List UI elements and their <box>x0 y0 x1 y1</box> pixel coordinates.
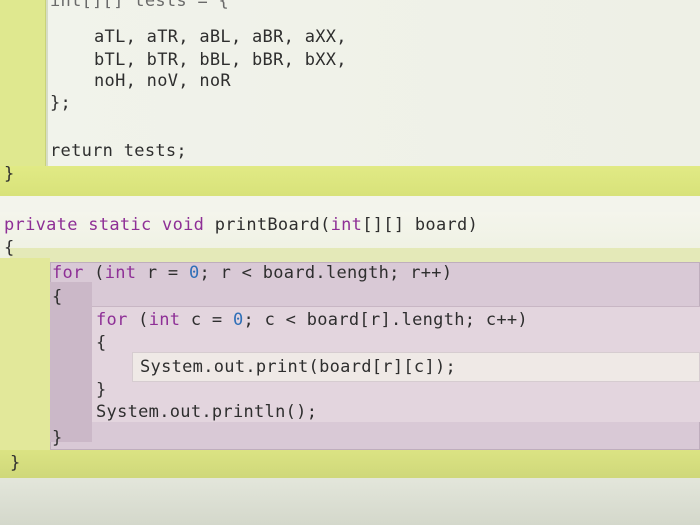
code-line-printboard-signature[interactable]: private static void printBoard(int[][] b… <box>4 215 478 235</box>
keyword-for: for <box>96 310 128 330</box>
code-line-outer-close[interactable]: } <box>52 428 63 448</box>
code-line-println[interactable]: System.out.println(); <box>96 402 317 422</box>
scope-printboard-gutter <box>0 258 50 468</box>
loop-condition: ; r < board.length; r++) <box>199 263 453 283</box>
editor-footer <box>0 478 700 525</box>
keyword-int: int <box>148 310 181 330</box>
code-line-print[interactable]: System.out.print(board[r][c]); <box>140 357 456 377</box>
scope-method-close <box>0 166 700 196</box>
method-name: printBoard( <box>214 215 331 235</box>
code-line-inner-for[interactable]: for (int c = 0; c < board[r].length; c++… <box>96 310 528 330</box>
code-line-row3[interactable]: noH, noV, noR <box>94 71 231 91</box>
code-line-method-close-2[interactable]: } <box>10 453 21 473</box>
code-line-inner-open[interactable]: { <box>96 333 107 353</box>
code-line-printboard-open[interactable]: { <box>4 238 15 258</box>
code-editor[interactable]: int[][] tests = { aTL, aTR, aBL, aBR, aX… <box>0 0 700 525</box>
number-literal: 0 <box>188 263 200 283</box>
keyword-void: void <box>162 215 215 235</box>
loop-condition: ; c < board[r].length; c++) <box>243 310 528 330</box>
code-line-row1[interactable]: aTL, aTR, aBL, aBR, aXX, <box>94 27 347 47</box>
code-line-return[interactable]: return tests; <box>50 141 187 161</box>
keyword-int: int <box>104 263 137 283</box>
code-line-array-header[interactable]: int[][] tests = { <box>50 0 229 11</box>
code-line-method-close-1[interactable]: } <box>4 164 15 184</box>
paren: ( <box>127 310 149 330</box>
paren: ( <box>83 263 105 283</box>
code-line-row2[interactable]: bTL, bTR, bBL, bBR, bXX, <box>94 50 347 70</box>
code-line-array-close[interactable]: }; <box>50 93 71 113</box>
loop-init: r = <box>136 263 189 283</box>
param-list: [][] board) <box>362 215 479 235</box>
keyword-static: static <box>88 215 163 235</box>
keyword-int: int <box>330 215 363 235</box>
keyword-private: private <box>4 215 89 235</box>
scope-gutter <box>0 0 46 178</box>
keyword-for: for <box>52 263 84 283</box>
scope-method-close-bar <box>0 450 700 478</box>
code-line-inner-close[interactable]: } <box>96 380 107 400</box>
loop-init: c = <box>180 310 233 330</box>
code-line-outer-for[interactable]: for (int r = 0; r < board.length; r++) <box>52 263 452 283</box>
code-line-outer-open[interactable]: { <box>52 287 63 307</box>
number-literal: 0 <box>232 310 244 330</box>
